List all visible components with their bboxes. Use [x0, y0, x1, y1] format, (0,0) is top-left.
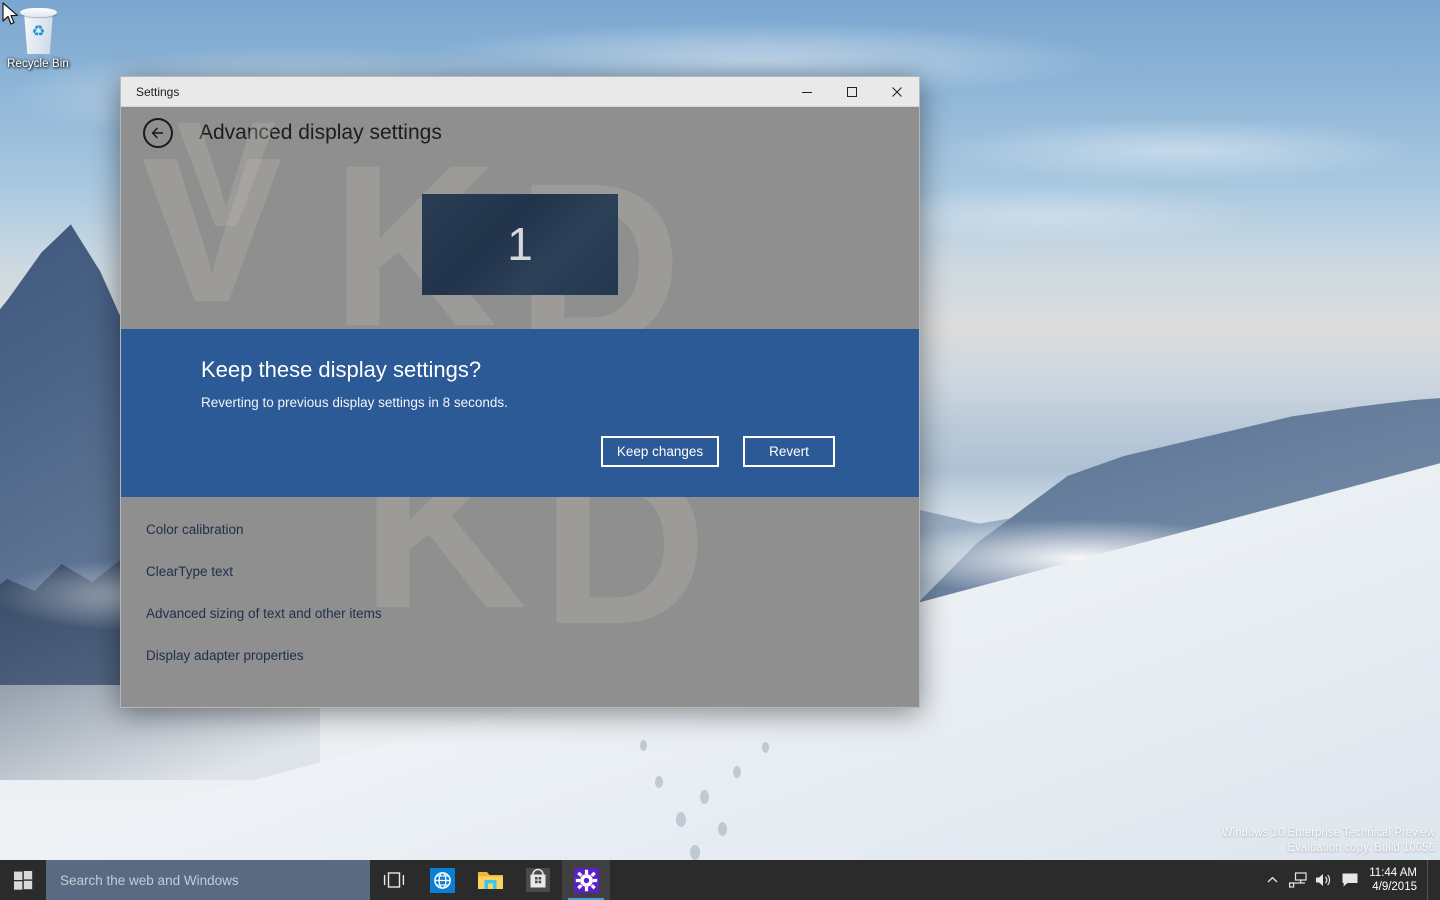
link-row: Display adapter properties: [146, 647, 919, 689]
minimize-icon: [801, 86, 813, 98]
search-input[interactable]: Search the web and Windows: [46, 860, 370, 900]
show-hidden-icons-button[interactable]: [1259, 860, 1285, 900]
minimize-button[interactable]: [784, 77, 829, 106]
clock-time: 11:44 AM: [1369, 866, 1417, 880]
file-explorer-icon: [477, 869, 504, 891]
link-row: Advanced sizing of text and other items: [146, 605, 919, 647]
footprint: [676, 812, 686, 827]
footprint: [640, 740, 647, 751]
recycle-bin-label: Recycle Bin: [6, 58, 70, 70]
footprint: [700, 790, 709, 804]
link-display-adapter-properties[interactable]: Display adapter properties: [146, 648, 304, 663]
banner-button-row: Keep changes Revert: [201, 436, 919, 467]
settings-window[interactable]: Settings V Advanced display setting: [120, 76, 920, 708]
countdown-text: Reverting to previous display settings i…: [201, 395, 919, 410]
maximize-button[interactable]: [829, 77, 874, 106]
footprint: [762, 742, 769, 753]
edge-browser-button[interactable]: [418, 860, 466, 900]
system-tray: 11:44 AM 4/9/2015: [1259, 860, 1440, 900]
clock-date: 4/9/2015: [1369, 880, 1417, 894]
window-title: Settings: [121, 85, 784, 99]
link-advanced-sizing[interactable]: Advanced sizing of text and other items: [146, 606, 382, 621]
taskbar: Search the web and Windows: [0, 860, 1440, 900]
revert-button[interactable]: Revert: [743, 436, 835, 467]
footprint: [718, 822, 727, 836]
monitor-preview-area: V K D 1: [121, 159, 919, 329]
network-icon: [1289, 872, 1307, 888]
banner-title: Keep these display settings?: [201, 357, 919, 383]
edge-browser-icon: [430, 868, 455, 893]
related-settings-links: K D Color calibration ClearType text Adv…: [121, 497, 919, 707]
task-view-icon: [383, 871, 405, 889]
start-button[interactable]: [0, 860, 46, 900]
footprint: [655, 776, 663, 788]
link-color-calibration[interactable]: Color calibration: [146, 522, 244, 537]
action-center-button[interactable]: [1337, 860, 1363, 900]
settings-gear-icon: [574, 868, 599, 893]
windows-start-icon: [14, 871, 33, 890]
display-1-thumbnail[interactable]: 1: [422, 194, 618, 295]
back-button[interactable]: [143, 118, 173, 148]
watermark-line-2: Evaluation copy. Build 10056: [1222, 841, 1435, 856]
speaker-icon: [1315, 872, 1333, 888]
task-view-button[interactable]: [370, 860, 418, 900]
link-cleartype-text[interactable]: ClearType text: [146, 564, 233, 579]
page-title: Advanced display settings: [199, 121, 442, 145]
footprint: [690, 845, 700, 860]
clock[interactable]: 11:44 AM 4/9/2015: [1363, 866, 1427, 894]
show-desktop-button[interactable]: [1427, 860, 1434, 900]
close-button[interactable]: [874, 77, 919, 106]
store-button[interactable]: [514, 860, 562, 900]
window-titlebar[interactable]: Settings: [121, 77, 919, 107]
network-button[interactable]: [1285, 860, 1311, 900]
page-header: V Advanced display settings: [121, 107, 919, 159]
build-watermark: Windows 10 Enterprise Technical Preview …: [1222, 826, 1435, 856]
back-arrow-icon: [150, 125, 166, 141]
action-center-icon: [1341, 872, 1359, 888]
volume-button[interactable]: [1311, 860, 1337, 900]
store-icon: [526, 868, 550, 892]
link-row: Color calibration: [146, 521, 919, 563]
mouse-cursor-arrow: [2, 2, 20, 28]
keep-changes-button[interactable]: Keep changes: [601, 436, 719, 467]
background-watermark-letter: V: [135, 159, 288, 329]
footprint: [733, 766, 741, 778]
recycle-bin-lid: [20, 8, 57, 17]
file-explorer-button[interactable]: [466, 860, 514, 900]
settings-taskbar-button[interactable]: [562, 860, 610, 900]
close-icon: [891, 86, 903, 98]
link-row: ClearType text: [146, 563, 919, 605]
chevron-up-icon: [1267, 876, 1278, 884]
display-number-label: 1: [507, 217, 533, 271]
recycle-symbol-icon: ♻: [30, 23, 47, 40]
watermark-line-1: Windows 10 Enterprise Technical Preview: [1222, 826, 1435, 841]
keep-settings-banner: Keep these display settings? Reverting t…: [121, 329, 919, 497]
maximize-icon: [846, 86, 858, 98]
search-placeholder: Search the web and Windows: [60, 873, 239, 888]
